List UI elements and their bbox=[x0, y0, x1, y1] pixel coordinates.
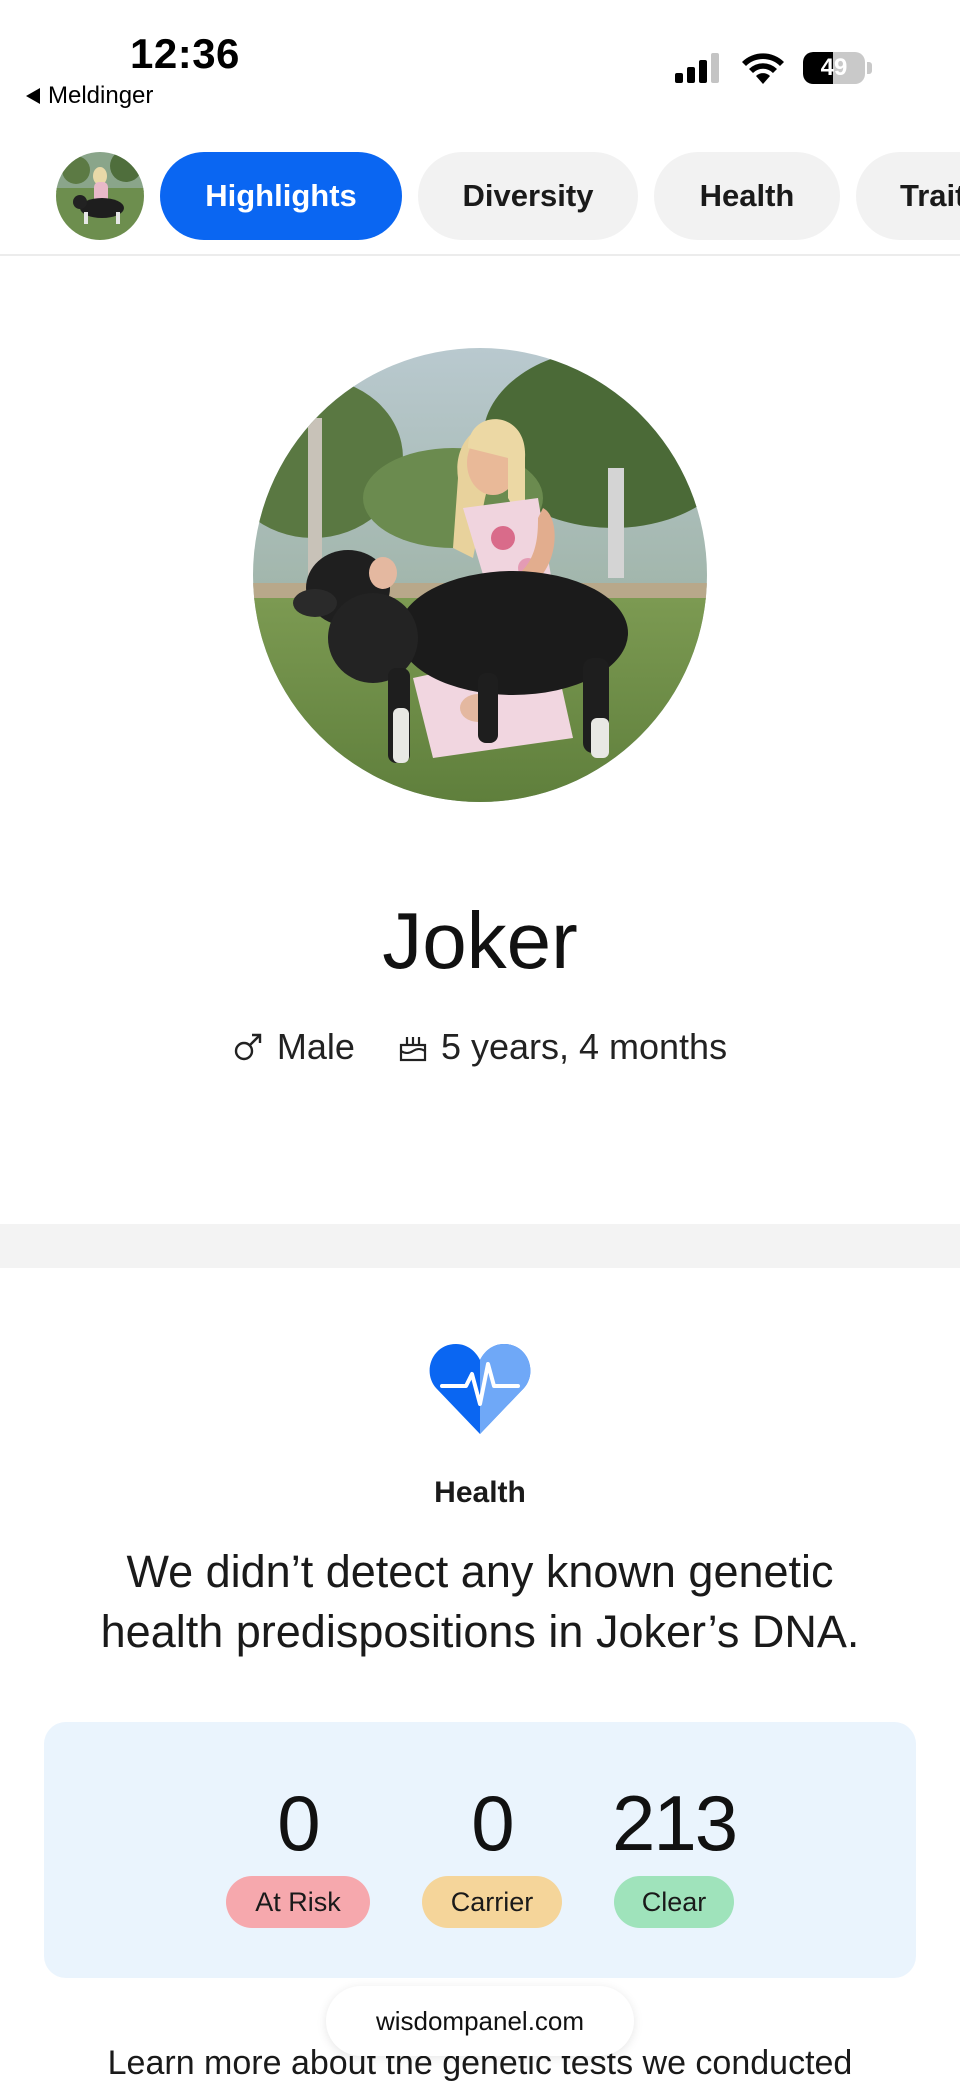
health-summary: We didn’t detect any known genetic healt… bbox=[100, 1546, 860, 1657]
stat-carrier-badge: Carrier bbox=[422, 1876, 562, 1928]
back-triangle-icon bbox=[26, 88, 40, 104]
age-meta: 5 years, 4 months bbox=[399, 1026, 727, 1068]
status-icons: 49 bbox=[675, 52, 872, 84]
dog-name: Joker bbox=[382, 896, 578, 985]
section-divider bbox=[0, 1224, 960, 1268]
back-app-label: Meldinger bbox=[48, 82, 154, 109]
cellular-signal-icon bbox=[675, 53, 719, 83]
stat-clear-badge: Clear bbox=[614, 1876, 734, 1928]
stat-clear: 213 Clear bbox=[611, 1779, 738, 1928]
health-stats-card[interactable]: 0 At Risk 0 Carrier 213 Clear bbox=[44, 1722, 916, 1978]
status-time: 12:36 bbox=[130, 30, 240, 77]
status-bar: 12:36 Meldinger 49 bbox=[0, 0, 960, 130]
tab-highlights[interactable]: Highlights bbox=[160, 152, 402, 240]
health-heart-icon bbox=[429, 1344, 531, 1434]
health-section-title: Health bbox=[434, 1476, 526, 1509]
tab-list: Highlights Diversity Health Trait bbox=[160, 152, 960, 240]
profile-meta: Male 5 years, 4 months bbox=[0, 1026, 960, 1068]
tab-health[interactable]: Health bbox=[654, 152, 840, 240]
stat-carrier: 0 Carrier bbox=[422, 1784, 562, 1928]
dog-profile-photo bbox=[253, 348, 707, 802]
dog-avatar[interactable] bbox=[56, 152, 144, 240]
browser-url-bar[interactable]: wisdompanel.com bbox=[326, 1986, 634, 2056]
birthday-cake-icon bbox=[399, 1037, 427, 1062]
back-to-app-link[interactable]: Meldinger bbox=[26, 82, 153, 110]
stat-clear-value: 213 bbox=[611, 1779, 738, 1867]
battery-level: 49 bbox=[820, 54, 848, 81]
tab-diversity[interactable]: Diversity bbox=[418, 152, 638, 240]
stat-at-risk-badge: At Risk bbox=[226, 1876, 370, 1928]
section-tab-bar: Highlights Diversity Health Trait bbox=[0, 144, 960, 256]
tab-traits[interactable]: Trait bbox=[856, 152, 960, 240]
dog-age: 5 years, 4 months bbox=[440, 1026, 728, 1067]
dog-sex: Male bbox=[276, 1026, 355, 1067]
battery-icon: 49 bbox=[803, 52, 865, 84]
wifi-icon bbox=[742, 53, 784, 84]
stat-carrier-value: 0 bbox=[471, 1779, 514, 1867]
battery-cap bbox=[867, 62, 872, 74]
stat-at-risk: 0 At Risk bbox=[226, 1784, 370, 1928]
sex-meta: Male bbox=[233, 1026, 355, 1068]
male-symbol-icon bbox=[234, 1033, 262, 1061]
stat-at-risk-value: 0 bbox=[277, 1779, 320, 1867]
